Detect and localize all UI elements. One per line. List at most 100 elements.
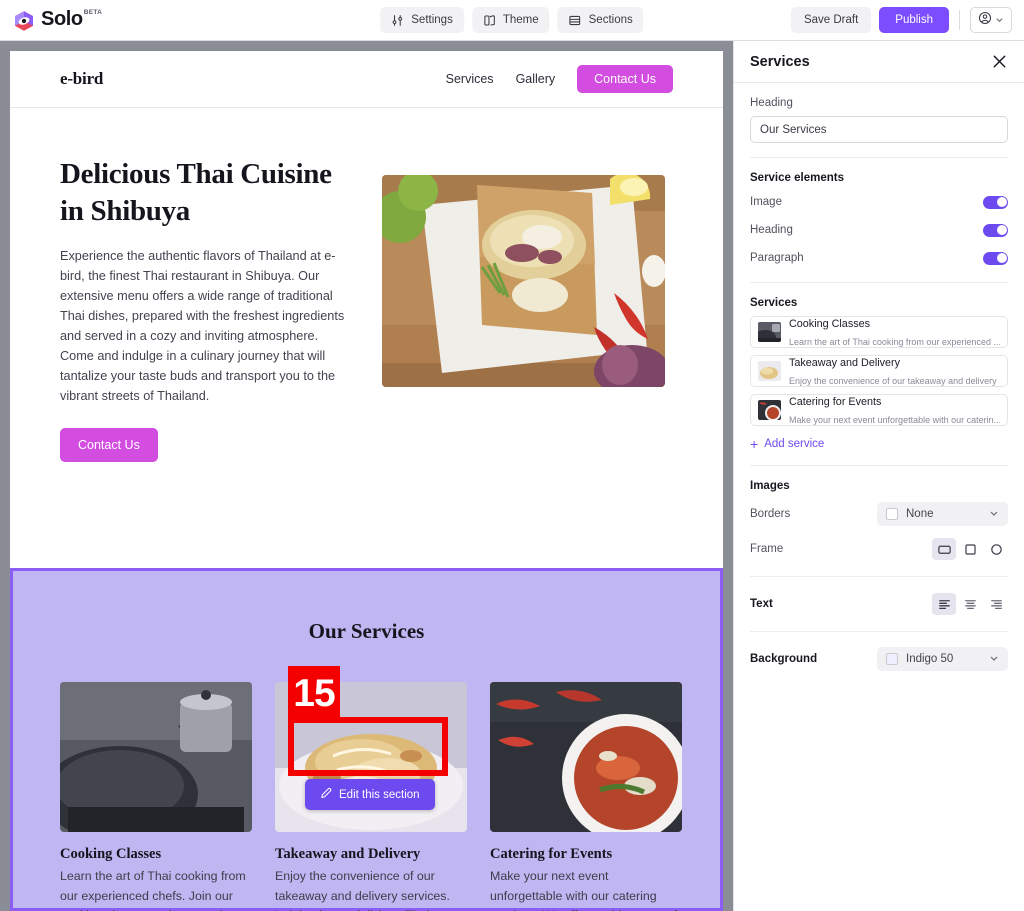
element-label: Heading: [750, 224, 793, 236]
background-select[interactable]: Indigo 50: [877, 647, 1008, 671]
nav-link-gallery[interactable]: Gallery: [516, 72, 556, 86]
close-icon[interactable]: [991, 53, 1008, 70]
theme-button[interactable]: Theme: [471, 7, 550, 33]
publish-button[interactable]: Publish: [879, 7, 949, 33]
background-value: Indigo 50: [906, 653, 954, 665]
images-label: Images: [750, 480, 790, 492]
chevron-down-icon: [995, 11, 1004, 29]
sections-label: Sections: [588, 14, 633, 26]
service-card[interactable]: Cooking Classes Learn the art of Thai co…: [60, 682, 252, 911]
service-card-heading: Cooking Classes: [60, 846, 162, 862]
add-service-label: Add service: [764, 438, 825, 450]
align-center-icon[interactable]: [958, 593, 982, 615]
service-card-heading: Takeaway and Delivery: [275, 846, 421, 862]
text-label: Text: [750, 598, 773, 610]
paragraph-toggle[interactable]: [983, 251, 1008, 265]
service-list-item-text: Cooking Classes Learn the art of Thai co…: [789, 314, 1000, 350]
element-row-paragraph: Paragraph: [750, 248, 1008, 268]
rounded-rect-icon[interactable]: [932, 538, 956, 560]
service-elements-label: Service elements: [750, 172, 844, 184]
circle-icon[interactable]: [984, 538, 1008, 560]
text-align-options: [932, 593, 1008, 615]
preview-canvas[interactable]: e-bird Services Gallery Contact Us Delic…: [0, 41, 733, 911]
align-left-icon[interactable]: [932, 593, 956, 615]
service-card[interactable]: Catering for Events Make your next event…: [490, 682, 682, 911]
nav-link-services[interactable]: Services: [446, 72, 494, 86]
image-toggle[interactable]: [983, 195, 1008, 209]
toolbar-divider: [959, 10, 960, 30]
text-row: Text: [750, 591, 1008, 617]
settings-button[interactable]: Settings: [380, 7, 464, 33]
service-card-heading: Catering for Events: [490, 846, 613, 862]
sections-button[interactable]: Sections: [557, 7, 644, 33]
element-row-image: Image: [750, 192, 1008, 212]
toolbar-right-group: Save Draft Publish: [790, 7, 1012, 33]
heading-field-label: Heading: [750, 97, 793, 109]
add-service-button[interactable]: + Add service: [750, 437, 1008, 451]
hero-image[interactable]: [382, 175, 665, 387]
background-swatch-icon: [886, 653, 898, 665]
service-list-item-text: Catering for Events Make your next event…: [789, 392, 1000, 428]
divider: [750, 631, 1008, 632]
borders-label: Borders: [750, 508, 791, 520]
chevron-down-icon: [989, 508, 999, 521]
app-toolbar: Solo BETA Settings Theme Sections Save D…: [0, 0, 1024, 41]
layout-rows-icon: [569, 14, 582, 27]
borders-value: None: [906, 508, 934, 520]
frame-row: Frame: [750, 536, 1008, 562]
service-list-item[interactable]: Catering for Events Make your next event…: [750, 394, 1008, 426]
service-card-paragraph: Learn the art of Thai cooking from our e…: [60, 869, 246, 911]
services-section[interactable]: Our Services Cooking Classes Learn the a…: [10, 568, 723, 911]
site-logo[interactable]: e-bird: [60, 69, 103, 89]
service-list-item-subtitle: Make your next event unforgettable with …: [789, 415, 1000, 425]
align-right-icon[interactable]: [984, 593, 1008, 615]
element-row-heading: Heading: [750, 220, 1008, 240]
square-icon[interactable]: [958, 538, 982, 560]
service-list-item[interactable]: Cooking Classes Learn the art of Thai co…: [750, 316, 1008, 348]
service-list-item-title: Cooking Classes: [789, 318, 871, 330]
borders-select[interactable]: None: [877, 502, 1008, 526]
services-section-title: Our Services: [308, 619, 425, 643]
site-header: e-bird Services Gallery Contact Us: [10, 51, 723, 108]
background-row: Background Indigo 50: [750, 646, 1008, 672]
hero-section: Delicious Thai Cuisine in Shibuya Experi…: [10, 108, 723, 462]
nav-contact-us-button[interactable]: Contact Us: [577, 65, 673, 93]
divider: [750, 576, 1008, 577]
brand: Solo BETA: [13, 8, 102, 32]
panel-body: Heading Service elements Image Heading P…: [734, 83, 1024, 672]
service-thumbnail: [758, 400, 781, 420]
divider: [750, 157, 1008, 158]
hero-paragraph: Experience the authentic flavors of Thai…: [60, 249, 345, 403]
hero-contact-us-button[interactable]: Contact Us: [60, 427, 158, 462]
plus-icon: +: [750, 436, 759, 452]
divider: [750, 465, 1008, 466]
border-swatch-icon: [886, 508, 898, 520]
service-list-item-subtitle: Learn the art of Thai cooking from our e…: [789, 337, 1000, 347]
service-list-item-title: Takeaway and Delivery: [789, 357, 901, 369]
service-list-item-text: Takeaway and Delivery Enjoy the convenie…: [789, 353, 1000, 389]
pencil-icon: [320, 787, 332, 802]
services-settings-panel: Services Heading Service elements Image …: [733, 41, 1024, 911]
service-list-item[interactable]: Takeaway and Delivery Enjoy the convenie…: [750, 355, 1008, 387]
divider: [750, 282, 1008, 283]
service-card-image[interactable]: [490, 682, 682, 832]
service-card-paragraph: Make your next event unforgettable with …: [490, 869, 677, 911]
heading-toggle[interactable]: [983, 223, 1008, 237]
settings-label: Settings: [411, 14, 453, 26]
edit-this-section-label: Edit this section: [339, 788, 420, 801]
account-menu-button[interactable]: [970, 7, 1012, 33]
service-thumbnail: [758, 322, 781, 342]
element-label: Paragraph: [750, 252, 804, 264]
heading-input[interactable]: [750, 116, 1008, 143]
edit-this-section-button[interactable]: Edit this section: [305, 779, 435, 810]
palette-icon: [483, 14, 496, 27]
background-label: Background: [750, 653, 818, 665]
save-draft-button[interactable]: Save Draft: [790, 7, 872, 33]
site-nav: Services Gallery Contact Us: [446, 65, 673, 93]
frame-options: [932, 538, 1008, 560]
service-card-image[interactable]: [60, 682, 252, 832]
hero-text-column: Delicious Thai Cuisine in Shibuya Experi…: [60, 156, 352, 462]
toolbar-center-group: Settings Theme Sections: [380, 7, 644, 33]
user-circle-icon: [978, 11, 992, 30]
hero-heading: Delicious Thai Cuisine in Shibuya: [60, 158, 332, 228]
